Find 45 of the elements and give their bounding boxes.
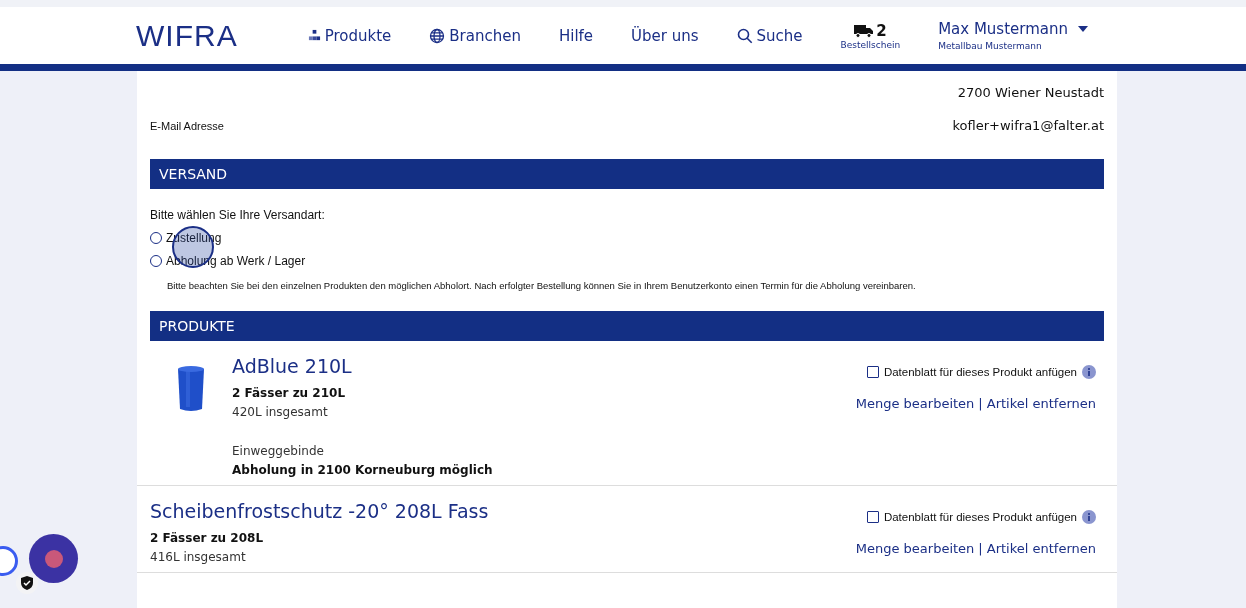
product-name[interactable]: AdBlue 210L xyxy=(232,355,493,377)
info-icon[interactable] xyxy=(1082,365,1096,379)
nav-link[interactable]: Produkte xyxy=(307,26,392,45)
pickup-note: Bitte beachten Sie bei den einzelnen Produkten den möglichen Abholort. Nach erfolgter Bestellung können Sie in Ihrem Benutzerkonto einen Termin für die Abholung vereinbaren. xyxy=(167,280,917,291)
checkbox-label[interactable]: Datenblatt für dieses Produkt anfügen xyxy=(883,511,1077,523)
edit-quantity-link[interactable]: Menge bearbeiten xyxy=(855,396,975,411)
link-separator: | xyxy=(978,541,983,556)
email-label: E-Mail Adresse xyxy=(150,119,224,132)
nav-link[interactable]: Branchen xyxy=(429,26,521,45)
globe-icon xyxy=(429,27,446,44)
section-header: PRODUKTE xyxy=(150,311,1104,341)
user-name[interactable]: Max Mustermann xyxy=(938,20,1068,38)
shipping-prompt: Bitte wählen Sie Ihre Versandart: xyxy=(150,208,326,222)
caret-icon[interactable] xyxy=(1078,26,1088,32)
nav-link[interactable]: Über uns xyxy=(631,26,699,45)
product-total: 420L insgesamt xyxy=(232,405,329,419)
info-icon[interactable] xyxy=(1082,510,1096,524)
cart-label[interactable]: Bestellschein xyxy=(840,39,901,50)
edit-quantity-link[interactable]: Menge bearbeiten xyxy=(855,541,975,556)
shield-check-icon xyxy=(16,572,38,594)
search-icon xyxy=(736,27,753,44)
remove-item-link[interactable]: Artikel entfernen xyxy=(986,541,1096,556)
section-header: VERSAND xyxy=(150,159,1104,189)
boxes-icon xyxy=(307,29,321,42)
company-name: Metallbau Mustermann xyxy=(938,41,1043,51)
product-packaging: Einweggebinde xyxy=(232,444,325,458)
product-name[interactable]: Scheibenfrostschutz -20° 208L Fass xyxy=(150,500,489,522)
remove-item-link[interactable]: Artikel entfernen xyxy=(986,396,1096,411)
link-separator: | xyxy=(978,396,983,411)
barrel-icon xyxy=(176,365,206,413)
product-total: 416L insgesamt xyxy=(150,550,247,564)
product-quantity: 2 Fässer zu 208L xyxy=(150,531,265,545)
nav-link[interactable]: Suche xyxy=(736,26,803,45)
checkbox[interactable] xyxy=(866,366,879,378)
product-pickup: Abholung in 2100 Korneuburg möglich xyxy=(232,463,493,477)
product-quantity: 2 Fässer zu 210L xyxy=(232,386,347,400)
nav-link[interactable]: Hilfe xyxy=(558,26,594,45)
checkbox-label[interactable]: Datenblatt für dieses Produkt anfügen xyxy=(883,366,1077,378)
chat-button[interactable] xyxy=(29,534,78,583)
cart-count: 2 xyxy=(876,21,887,40)
logo[interactable]: WIFRA xyxy=(136,18,238,53)
truck-icon[interactable] xyxy=(854,23,875,38)
address-city: 2700 Wiener Neustadt xyxy=(956,84,1104,100)
checkbox[interactable] xyxy=(866,511,879,523)
email-value: kofler+wifra1@falter.at xyxy=(952,118,1104,133)
